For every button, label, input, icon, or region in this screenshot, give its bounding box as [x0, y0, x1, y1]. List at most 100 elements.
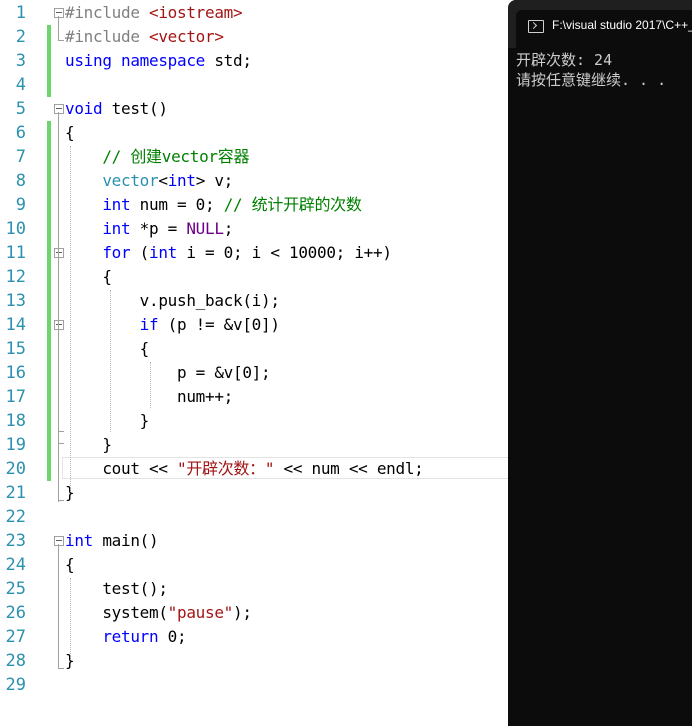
line-number: 9	[15, 195, 26, 215]
line-number: 2	[15, 27, 26, 47]
code-line[interactable]: 21}	[0, 481, 510, 505]
line-number: 20	[5, 459, 26, 479]
line-number: 12	[5, 267, 26, 287]
line-number: 27	[5, 627, 26, 647]
code-text: num++;	[65, 387, 233, 406]
code-line[interactable]: 10 int *p = NULL;	[0, 217, 510, 241]
code-text: if (p != &v[0])	[139, 315, 280, 334]
code-editor[interactable]: 1 #include <iostream> 2 #include <vector> 3 u…	[0, 0, 510, 726]
line-number: 21	[5, 483, 26, 503]
fold-end	[58, 40, 64, 41]
code-line[interactable]: 11 for (int i = 0; i < 10000; i++)	[0, 241, 510, 265]
code-line[interactable]: 22	[0, 505, 510, 529]
code-line[interactable]: 8 vector<int> v;	[0, 169, 510, 193]
line-number: 24	[5, 555, 26, 575]
line-number: 16	[5, 363, 26, 383]
code-text: p = &v[0];	[65, 363, 271, 382]
code-line[interactable]: 5 void test()	[0, 97, 510, 121]
code-text: int main()	[65, 531, 159, 550]
collapse-icon[interactable]	[54, 248, 64, 258]
code-text: // 创建vector容器	[102, 147, 250, 166]
code-line[interactable]: 13 v.push_back(i);	[0, 289, 510, 313]
code-line[interactable]: 2 #include <vector>	[0, 25, 510, 49]
code-text: }	[65, 435, 112, 454]
code-line[interactable]: 16 p = &v[0];	[0, 361, 510, 385]
indent-guide	[110, 290, 111, 432]
code-text: #include <vector>	[65, 27, 224, 46]
code-line[interactable]: 19 }	[0, 433, 510, 457]
collapse-icon[interactable]	[54, 8, 64, 18]
code-text: cout << "开辟次数：" << num << endl;	[65, 459, 424, 478]
fold-end	[58, 668, 64, 669]
console-tab[interactable]: F:\visual studio 2017\C++_	[516, 10, 692, 48]
code-line[interactable]: 23 int main()	[0, 529, 510, 553]
code-text: void test()	[65, 99, 168, 118]
code-line[interactable]: 12 {	[0, 265, 510, 289]
code-line[interactable]: 15 {	[0, 337, 510, 361]
line-number: 1	[15, 3, 26, 23]
code-text: vector<int> v;	[102, 171, 234, 190]
code-line[interactable]: 20 cout << "开辟次数：" << num << endl;	[0, 457, 510, 481]
collapse-icon[interactable]	[54, 536, 64, 546]
line-number: 8	[15, 171, 26, 191]
line-number: 7	[15, 147, 26, 167]
code-line[interactable]: 14 if (p != &v[0])	[0, 313, 510, 337]
code-line[interactable]: 18 }	[0, 409, 510, 433]
change-indicator	[47, 145, 51, 169]
line-number: 11	[5, 243, 26, 263]
code-line[interactable]: 4	[0, 73, 510, 97]
change-indicator	[47, 265, 51, 289]
code-line[interactable]: 24 {	[0, 553, 510, 577]
collapse-icon[interactable]	[54, 104, 64, 114]
code-text: #include <iostream>	[65, 3, 243, 22]
fold-line	[58, 328, 59, 431]
code-text: {	[65, 267, 112, 286]
code-line[interactable]: 27 return 0;	[0, 625, 510, 649]
line-number: 15	[5, 339, 26, 359]
line-number: 4	[15, 75, 26, 95]
terminal-icon	[528, 20, 544, 33]
code-line[interactable]: 25 test();	[0, 577, 510, 601]
code-line[interactable]: 1 #include <iostream>	[0, 1, 510, 25]
code-line[interactable]: 3 using namespace std;	[0, 49, 510, 73]
code-line[interactable]: 6{	[0, 121, 510, 145]
collapse-icon[interactable]	[54, 320, 64, 330]
indent-guide	[70, 146, 71, 492]
console-output-line: 开辟次数: 24	[516, 51, 613, 69]
code-text: system("pause");	[65, 603, 252, 622]
code-text: v.push_back(i);	[65, 291, 280, 310]
change-indicator	[47, 433, 51, 457]
code-text: }	[65, 411, 150, 430]
line-number: 26	[5, 603, 26, 623]
line-number: 18	[5, 411, 26, 431]
change-indicator	[47, 385, 51, 409]
console-titlebar[interactable]: F:\visual studio 2017\C++_	[508, 0, 692, 48]
line-number: 22	[5, 507, 26, 527]
change-indicator	[47, 25, 51, 49]
console-window[interactable]: F:\visual studio 2017\C++_ 开辟次数: 24 请按任意…	[508, 0, 692, 726]
code-line[interactable]: 26 system("pause");	[0, 601, 510, 625]
line-number: 13	[5, 291, 26, 311]
code-line[interactable]: 7 // 创建vector容器	[0, 145, 510, 169]
change-indicator	[47, 73, 51, 97]
code-text: return 0;	[102, 627, 187, 646]
code-line[interactable]: 28}	[0, 649, 510, 673]
console-output-line: 请按任意键继续. . .	[516, 71, 667, 89]
code-line[interactable]: 9 int num = 0; // 统计开辟的次数	[0, 193, 510, 217]
code-text: int num = 0; // 统计开辟的次数	[102, 195, 362, 214]
change-indicator	[47, 289, 51, 313]
indent-guide	[150, 362, 151, 408]
code-line[interactable]: 29	[0, 673, 510, 697]
line-number: 29	[5, 675, 26, 695]
code-text: {	[65, 339, 150, 358]
change-indicator	[47, 49, 51, 73]
change-indicator	[47, 169, 51, 193]
line-number: 19	[5, 435, 26, 455]
line-number: 6	[15, 123, 26, 143]
code-text: test();	[65, 579, 168, 598]
change-indicator	[47, 217, 51, 241]
code-line[interactable]: 17 num++;	[0, 385, 510, 409]
change-indicator	[47, 313, 51, 337]
change-indicator	[47, 361, 51, 385]
line-number: 10	[5, 219, 26, 239]
